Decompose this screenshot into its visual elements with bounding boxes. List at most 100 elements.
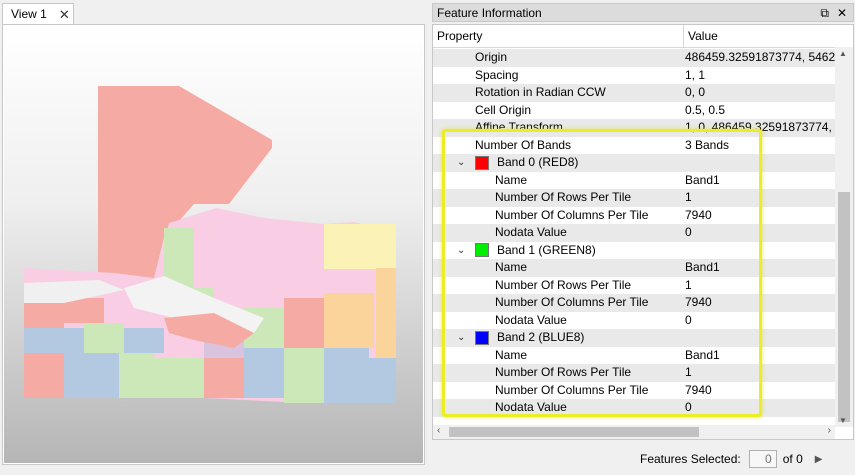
property-value: 3 Bands (685, 137, 730, 152)
table-row[interactable]: Number Of Rows Per Tile 1 (433, 189, 835, 207)
table-row[interactable]: Spacing 1, 1 (433, 67, 835, 85)
property-label: Cell Origin (475, 102, 532, 117)
scroll-right-icon[interactable]: › (828, 425, 831, 436)
property-value: Band1 (685, 172, 720, 187)
table-row[interactable]: Origin 486459.32591873774, 5462614 (433, 49, 835, 67)
vertical-scroll-thumb[interactable] (838, 192, 850, 422)
map-zone (204, 358, 244, 398)
map-zone (324, 293, 374, 348)
map-zone (24, 353, 64, 398)
table-row[interactable]: Number Of Columns Per Tile 7940 (433, 294, 835, 312)
band-group-label: Band 0 (RED8) (497, 155, 579, 169)
table-row[interactable]: Number Of Bands 3 Bands (433, 137, 835, 155)
band-group-label-wrap: ⌄ Band 0 (RED8) (433, 154, 707, 172)
property-value: 1, 0, 486459.32591873774, 0, ... (685, 120, 835, 134)
property-value: 0, 0 (685, 85, 706, 99)
map-zone (24, 328, 84, 353)
blue-swatch-icon (475, 330, 489, 345)
column-header-value[interactable]: Value (684, 25, 718, 47)
map-zone (24, 303, 64, 328)
vertical-scrollbar[interactable]: ▲ ▼ (835, 47, 853, 427)
close-icon[interactable]: ✕ (59, 8, 70, 21)
band-group-row[interactable]: ⌄ Band 2 (BLUE8) (433, 329, 835, 347)
close-icon[interactable]: ✕ (837, 6, 847, 21)
restore-icon[interactable]: ⧉ (820, 6, 829, 21)
band-group-label: Band 1 (GREEN8) (497, 242, 596, 257)
features-total: of 0 (782, 452, 803, 466)
panel-title-bar: Feature Information ⧉ ✕ (432, 3, 854, 22)
map-zone (264, 258, 324, 293)
table-row[interactable]: Nodata Value 0 (433, 312, 835, 330)
property-value: 0 (685, 400, 692, 414)
map-zone (369, 358, 396, 403)
status-bar: Features Selected: 0 of 0 ▶ (640, 449, 822, 469)
band-group-row[interactable]: ⌄ Band 1 (GREEN8) (433, 242, 835, 260)
table-row[interactable]: Rotation in Radian CCW 0, 0 (433, 84, 835, 102)
map-zone (84, 323, 124, 353)
panel-title-buttons: ⧉ ✕ (820, 6, 847, 21)
map-canvas[interactable] (4, 28, 423, 463)
property-value: 1 (685, 190, 692, 204)
chevron-down-icon[interactable]: ⌄ (457, 154, 467, 172)
property-value: 1, 1 (685, 67, 706, 82)
tree-rows: Origin 486459.32591873774, 5462614 Spaci… (433, 49, 835, 417)
band-group-label: Band 2 (BLUE8) (497, 330, 585, 344)
map-zone (324, 348, 369, 403)
feature-info-tree[interactable]: Property Value Origin 486459.32591873774… (432, 24, 854, 440)
scroll-down-icon[interactable]: ▼ (839, 416, 847, 425)
map-zone (244, 348, 284, 398)
property-value: 486459.32591873774, 5462614 (685, 50, 835, 64)
property-value: Band1 (685, 260, 720, 274)
property-value: 1 (685, 277, 692, 292)
chevron-down-icon[interactable]: ⌄ (457, 329, 467, 347)
map-zone (194, 218, 244, 263)
table-row[interactable]: Number Of Columns Per Tile 7940 (433, 207, 835, 225)
band-group-label-wrap: ⌄ Band 2 (BLUE8) (433, 329, 707, 347)
features-selected-count: 0 (748, 450, 777, 468)
table-row[interactable]: Name Band1 (433, 259, 835, 277)
table-row[interactable]: Name Band1 (433, 347, 835, 365)
property-value: 7940 (685, 295, 712, 309)
table-row[interactable]: Number Of Rows Per Tile 1 (433, 277, 835, 295)
property-value: 0 (685, 225, 692, 239)
property-label: Rotation in Radian CCW (475, 85, 606, 99)
zoning-map-image (24, 86, 396, 403)
property-value: Band1 (685, 347, 720, 362)
table-row[interactable]: Number Of Rows Per Tile 1 (433, 364, 835, 382)
scroll-up-icon[interactable]: ▲ (839, 49, 847, 58)
map-zone (119, 353, 154, 398)
map-zone (64, 298, 104, 323)
red-swatch-icon (475, 155, 489, 170)
band-group-label-wrap: ⌄ Band 1 (GREEN8) (433, 242, 707, 260)
tree-header: Property Value (433, 25, 853, 48)
table-row[interactable]: Nodata Value 0 (433, 224, 835, 242)
property-value: 0.5, 0.5 (685, 102, 726, 117)
property-value: 0 (685, 312, 692, 327)
table-row[interactable]: Name Band1 (433, 172, 835, 190)
table-row[interactable]: Nodata Value 0 (433, 399, 835, 417)
property-value: 7940 (685, 382, 712, 397)
band-group-row[interactable]: ⌄ Band 0 (RED8) (433, 154, 835, 172)
map-zone (154, 358, 204, 398)
tab-view-1-label: View 1 (11, 7, 47, 21)
green-swatch-icon (475, 243, 489, 258)
table-row[interactable]: Number Of Columns Per Tile 7940 (433, 382, 835, 400)
map-zone (124, 328, 164, 353)
map-zone (64, 353, 119, 398)
table-row[interactable]: Affine Transform 1, 0, 486459.3259187377… (433, 119, 835, 137)
panel-title: Feature Information (437, 5, 542, 20)
table-row[interactable]: Cell Origin 0.5, 0.5 (433, 102, 835, 120)
map-zone (324, 224, 396, 269)
features-selected-label: Features Selected: (640, 452, 741, 466)
map-zone (376, 268, 396, 358)
column-header-property[interactable]: Property (433, 25, 684, 47)
chevron-down-icon[interactable]: ⌄ (457, 242, 467, 260)
scroll-left-icon[interactable]: ‹ (437, 425, 440, 436)
horizontal-scrollbar[interactable]: ‹ › (433, 425, 835, 439)
property-label: Number Of Bands (475, 137, 572, 152)
property-value: 7940 (685, 207, 712, 222)
tab-view-1[interactable]: View 1 ✕ (2, 3, 74, 24)
horizontal-scroll-thumb[interactable] (449, 427, 699, 437)
property-value: 1 (685, 365, 692, 379)
next-feature-icon[interactable]: ▶ (815, 454, 823, 465)
